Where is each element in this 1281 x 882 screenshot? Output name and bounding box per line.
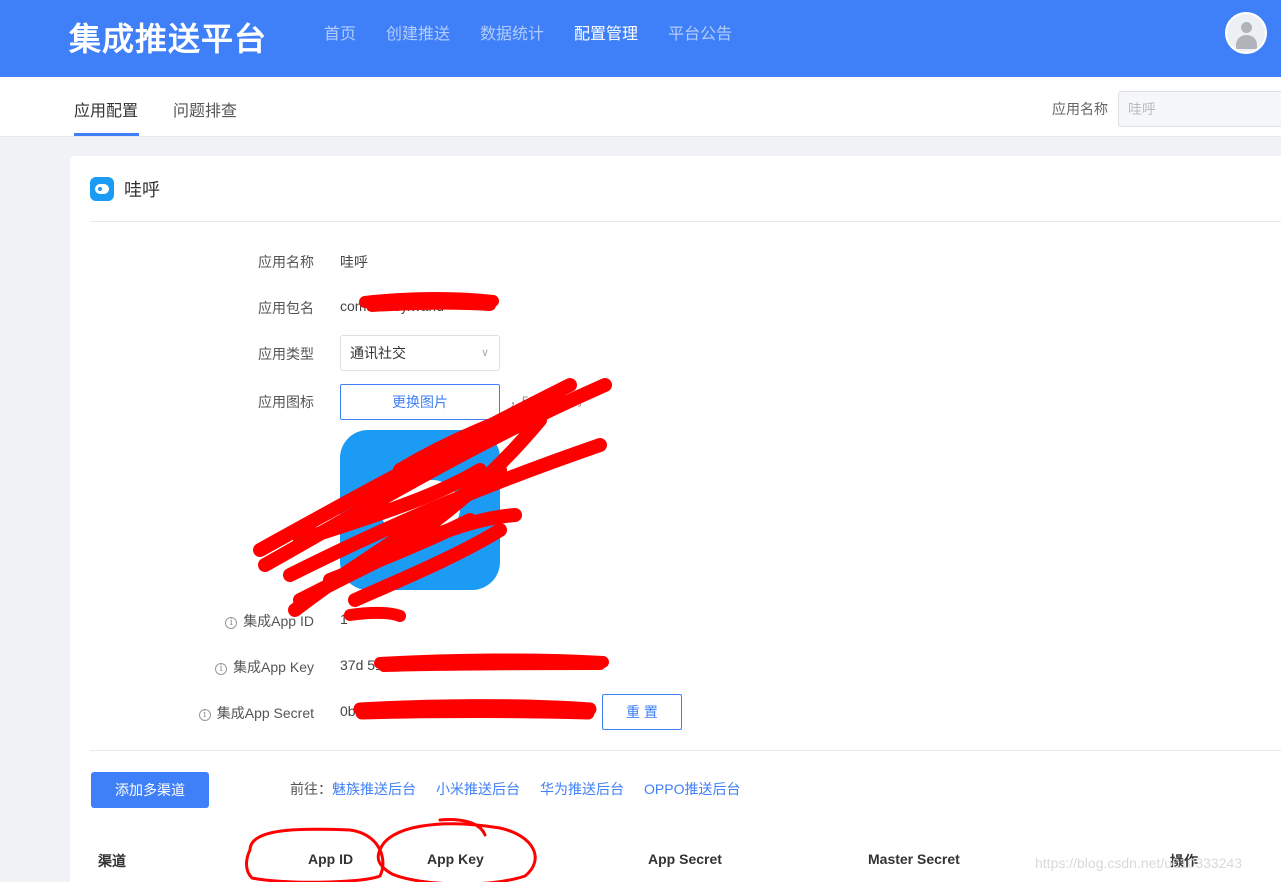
chevron-down-icon: ∨	[480, 347, 489, 359]
info-icon: i	[215, 663, 228, 675]
col-app-id: App ID	[308, 851, 354, 867]
watermark: https://blog.csdn.net/u010333243	[1035, 855, 1243, 871]
app-config-card: 哇呼 应用名称 哇呼 应用包名 com. .easy.wahu 应用类型 通讯社…	[70, 156, 1281, 882]
package-value: com. .easy.wahu	[340, 298, 445, 314]
divider	[90, 750, 1281, 751]
info-icon: i	[225, 617, 238, 629]
package-label: 应用包名	[258, 300, 314, 316]
app-type-value: 通讯社交	[350, 345, 406, 361]
active-tab-indicator	[74, 133, 139, 136]
user-icon-body	[1236, 35, 1257, 49]
nav-item-announcement[interactable]: 平台公告	[668, 20, 732, 44]
col-app-key: App Key	[427, 851, 484, 867]
link-huawei-console[interactable]: 华为推送后台	[540, 779, 624, 799]
app-secret-label: i 集成App Secret	[74, 703, 314, 723]
sub-tab-bar: 应用配置 问题排查 应用名称 哇呼	[0, 77, 1281, 137]
brand-title: 集成推送平台	[69, 21, 268, 57]
col-app-secret: App Secret	[648, 851, 722, 867]
app-secret-label-text: 集成App Secret	[216, 705, 314, 721]
link-meizu-console[interactable]: 魅族推送后台	[332, 779, 416, 799]
card-title: 哇呼	[124, 180, 160, 200]
app-key-label: i 集成App Key	[74, 657, 314, 677]
app-key-label-text: 集成App Key	[233, 659, 314, 675]
add-channel-button[interactable]: 添加多渠道	[91, 772, 209, 808]
app-name-value: 哇呼	[340, 254, 368, 270]
app-id-label: i 集成App ID	[74, 611, 314, 631]
nav-item-config[interactable]: 配置管理	[574, 20, 638, 44]
nav-item-statistics[interactable]: 数据统计	[480, 20, 544, 44]
divider	[90, 221, 1281, 222]
app-type-select[interactable]: 通讯社交 ∨	[340, 335, 500, 371]
app-icon-label: 应用图标	[258, 394, 314, 410]
icon-hint: ，500KB以内	[510, 394, 583, 408]
app-name-filter-label: 应用名称	[1052, 101, 1108, 117]
info-icon: i	[198, 709, 211, 721]
card-header: 哇呼	[90, 176, 160, 202]
user-avatar[interactable]	[1225, 12, 1267, 54]
tab-troubleshoot[interactable]: 问题排查	[173, 97, 237, 121]
col-channel: 渠道	[98, 853, 126, 869]
nav-item-create-push[interactable]: 创建推送	[386, 20, 450, 44]
tab-app-config[interactable]: 应用配置	[74, 97, 138, 121]
reset-button[interactable]: 重 置	[602, 694, 682, 730]
user-icon	[1241, 22, 1252, 33]
goto-label: 前往：	[290, 781, 332, 797]
app-name-label: 应用名称	[258, 254, 314, 270]
app-key-value: 37d 518a1f072e90afa7	[340, 657, 485, 673]
app-icon-preview	[340, 430, 500, 590]
link-oppo-console[interactable]: OPPO推送后台	[644, 779, 740, 799]
col-master-secret: Master Secret	[868, 851, 960, 867]
app-secret-value: 0b 0922	[340, 703, 391, 719]
app-type-label: 应用类型	[258, 346, 314, 362]
top-nav: 首页 创建推送 数据统计 配置管理 平台公告	[324, 20, 762, 44]
app-icon	[90, 177, 114, 201]
goto-links: 前往： 魅族推送后台 小米推送后台 华为推送后台 OPPO推送后台	[290, 779, 760, 799]
app-id-label-text: 集成App ID	[243, 613, 314, 629]
app-id-value: 1	[340, 611, 348, 627]
nav-item-home[interactable]: 首页	[324, 20, 356, 44]
link-xiaomi-console[interactable]: 小米推送后台	[436, 779, 520, 799]
app-name-select[interactable]: 哇呼	[1118, 91, 1281, 127]
change-icon-button[interactable]: 更换图片	[340, 384, 500, 420]
top-header: 集成推送平台 首页 创建推送 数据统计 配置管理 平台公告	[0, 0, 1281, 77]
